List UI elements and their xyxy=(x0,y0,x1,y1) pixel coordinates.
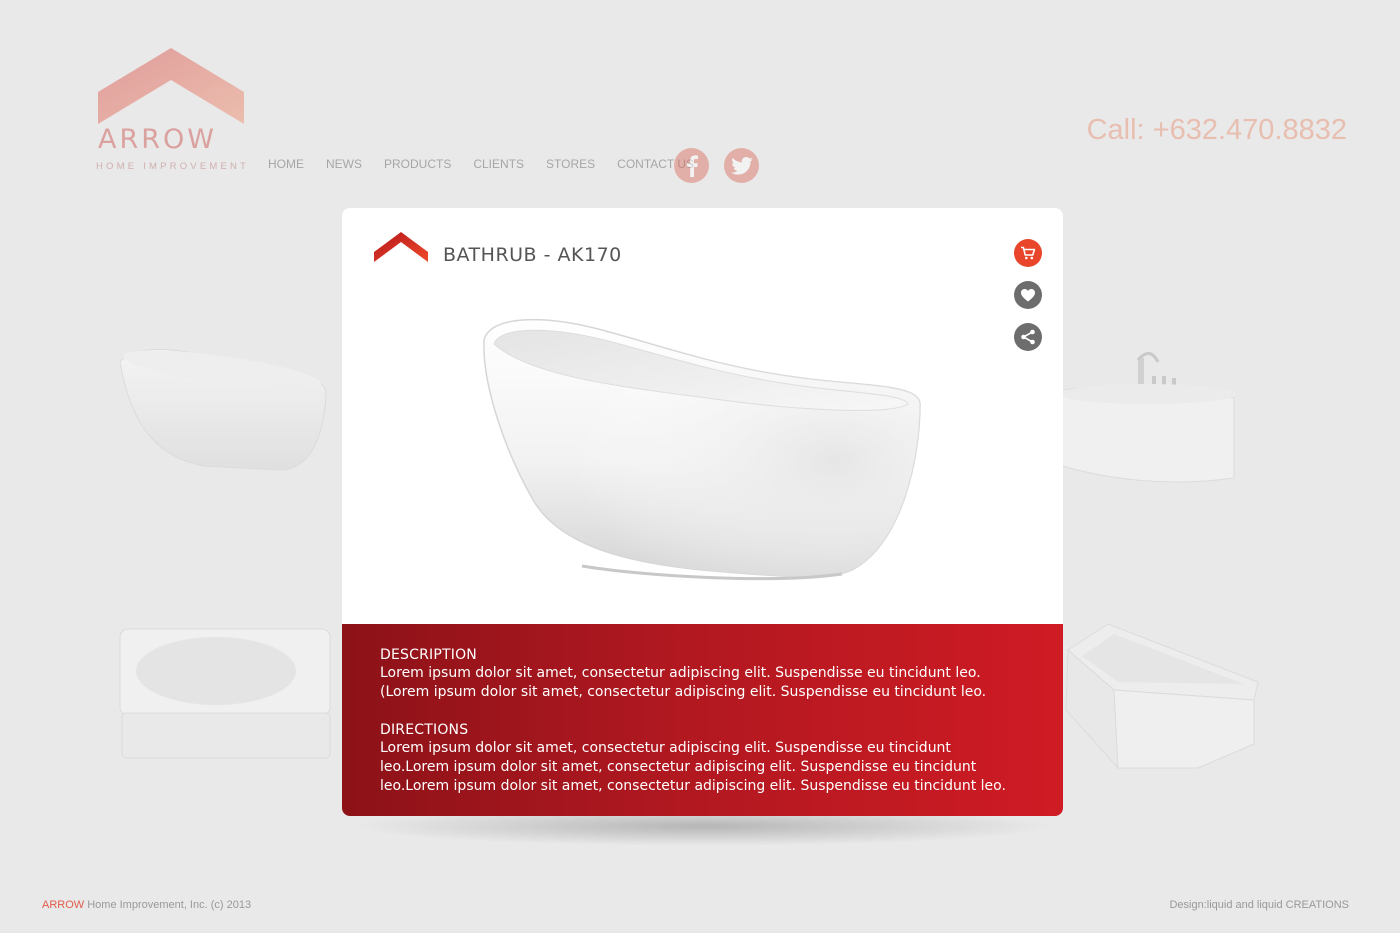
product-title: BATHRUB - AK170 xyxy=(443,244,622,266)
description-line-1: Lorem ipsum dolor sit amet, consectetur … xyxy=(380,665,981,681)
directions-line-3: leo.Lorem ipsum dolor sit amet, consecte… xyxy=(380,778,1006,794)
logo-tagline: HOME IMPROVEMENT xyxy=(96,161,250,172)
logo-wordmark: ARROW xyxy=(98,124,217,155)
footer-credit[interactable]: Design:liquid and liquid CREATIONS xyxy=(1169,899,1349,911)
nav-news[interactable]: NEWS xyxy=(326,157,362,171)
product-thumbnail-rectangular-tub[interactable] xyxy=(1058,620,1262,772)
nav-products[interactable]: PRODUCTS xyxy=(384,157,451,171)
favorite-button[interactable] xyxy=(1014,281,1042,309)
footer-copyright: ARROW Home Improvement, Inc. (c) 2013 xyxy=(42,899,251,911)
brand-logo[interactable]: ARROW HOME IMPROVEMENT xyxy=(96,46,248,172)
directions-line-1: Lorem ipsum dolor sit amet, consectetur … xyxy=(380,740,951,756)
product-info-panel: DESCRIPTION Lorem ipsum dolor sit amet, … xyxy=(342,624,1063,816)
footer-brand: ARROW xyxy=(42,899,85,911)
description-line-2: (Lorem ipsum dolor sit amet, consectetur… xyxy=(380,684,987,700)
main-nav: HOME NEWS PRODUCTS CLIENTS STORES CONTAC… xyxy=(268,157,694,171)
arrow-mark-icon xyxy=(374,232,428,262)
share-button[interactable] xyxy=(1014,323,1042,351)
share-icon xyxy=(1021,329,1035,345)
product-actions xyxy=(1014,239,1042,351)
nav-stores[interactable]: STORES xyxy=(546,157,595,171)
twitter-icon xyxy=(730,156,753,175)
cart-icon xyxy=(1021,246,1036,260)
product-modal: BATHRUB - AK170 DESCRIPTION Lorem ipsum … xyxy=(342,208,1063,816)
description-heading: DESCRIPTION xyxy=(380,647,477,663)
phone-number: Call: +632.470.8832 xyxy=(1086,114,1347,146)
facebook-icon xyxy=(686,154,698,177)
product-thumbnail-freestanding-tub[interactable] xyxy=(112,342,334,477)
directions-line-2: leo.Lorem ipsum dolor sit amet, consecte… xyxy=(380,759,977,775)
product-thumbnail-oval-tub[interactable] xyxy=(1058,350,1240,488)
twitter-button[interactable] xyxy=(724,148,759,183)
social-links xyxy=(674,148,759,183)
product-image-bathtub xyxy=(483,318,921,581)
nav-clients[interactable]: CLIENTS xyxy=(473,157,524,171)
heart-icon xyxy=(1021,289,1035,302)
directions-heading: DIRECTIONS xyxy=(380,722,469,738)
product-thumbnail-alcove-tub[interactable] xyxy=(118,627,334,762)
add-to-cart-button[interactable] xyxy=(1014,239,1042,267)
roof-logo-icon xyxy=(98,48,244,124)
footer-copyright-text: Home Improvement, Inc. (c) 2013 xyxy=(84,899,252,911)
facebook-button[interactable] xyxy=(674,148,709,183)
nav-home[interactable]: HOME xyxy=(268,157,304,171)
